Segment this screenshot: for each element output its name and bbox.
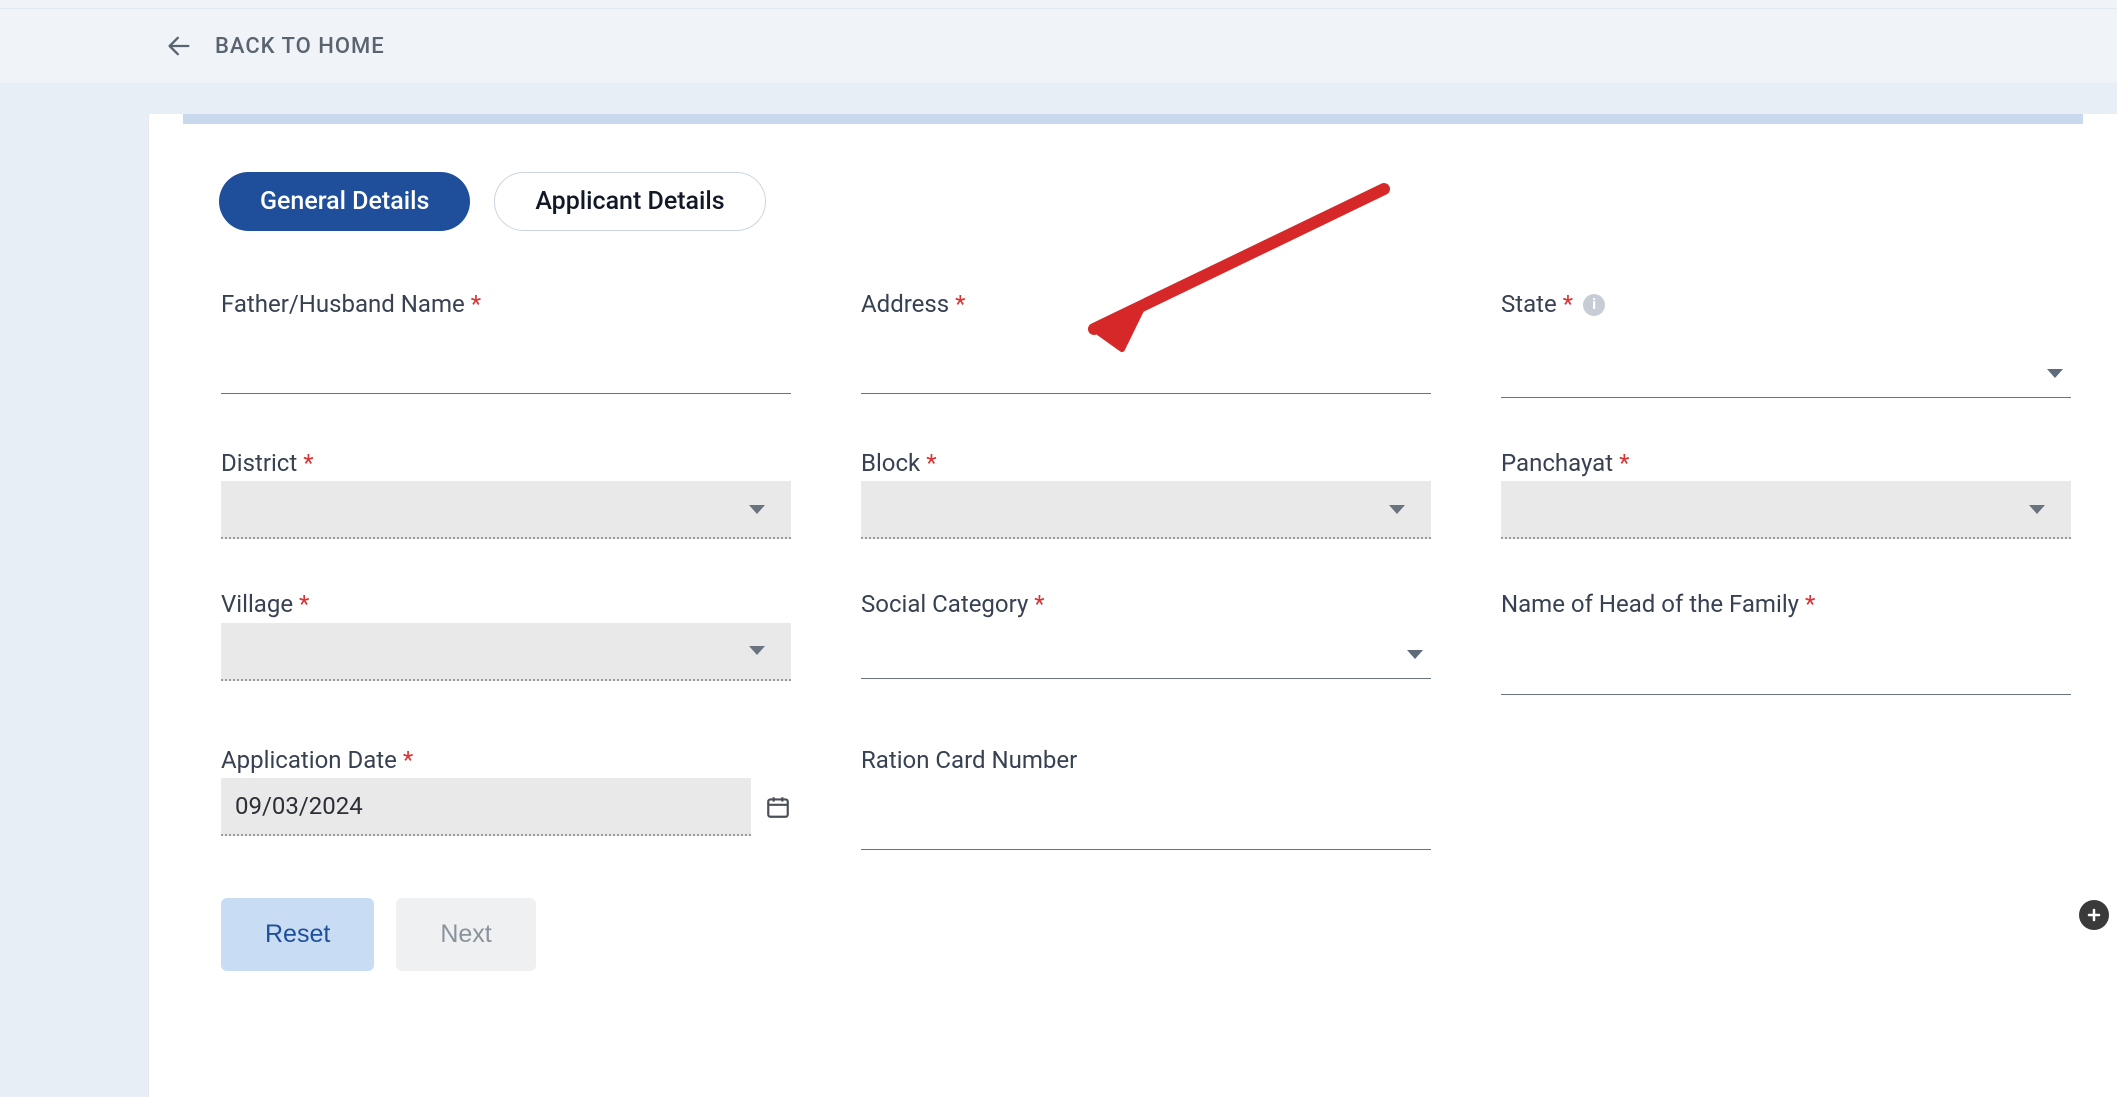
floating-add-button[interactable] [2079, 900, 2109, 930]
father-husband-name-input[interactable] [221, 350, 791, 394]
tab-general-details[interactable]: General Details [219, 172, 470, 231]
state-select[interactable] [1501, 350, 2071, 398]
application-date-input[interactable]: 09/03/2024 [221, 778, 751, 836]
label-text: Panchayat [1501, 448, 1613, 479]
label-text: Father/Husband Name [221, 289, 465, 320]
required-asterisk: * [299, 589, 309, 620]
required-asterisk: * [926, 448, 936, 479]
back-to-home-link[interactable]: BACK TO HOME [0, 8, 2117, 83]
label-text: State [1501, 289, 1557, 320]
address-input[interactable] [861, 350, 1431, 394]
actions-row: Reset Next [149, 850, 2117, 971]
field-label: Block * [861, 448, 1431, 479]
tab-label: General Details [260, 187, 429, 216]
tab-label: Applicant Details [535, 187, 724, 216]
field-label: State * i [1501, 289, 2071, 320]
label-text: Name of Head of the Family [1501, 589, 1799, 620]
required-asterisk: * [1805, 589, 1815, 620]
label-text: Block [861, 448, 920, 479]
field-district: District * [221, 448, 791, 539]
label-text: Social Category [861, 589, 1028, 620]
empty-cell [1501, 745, 2071, 850]
reset-button[interactable]: Reset [221, 898, 374, 971]
chevron-down-icon [1389, 505, 1405, 514]
field-head-of-family: Name of Head of the Family * [1501, 589, 2071, 694]
arrow-left-icon [165, 32, 193, 60]
content-card: General Details Applicant Details Father… [148, 114, 2117, 1097]
tabs-row: General Details Applicant Details [149, 124, 2117, 231]
next-button[interactable]: Next [396, 898, 535, 971]
field-label: Address * [861, 289, 1431, 320]
field-father-husband-name: Father/Husband Name * [221, 289, 791, 398]
field-label: Village * [221, 589, 791, 620]
field-block: Block * [861, 448, 1431, 539]
date-value: 09/03/2024 [235, 792, 363, 820]
field-label: District * [221, 448, 791, 479]
block-select[interactable] [861, 481, 1431, 539]
chevron-down-icon [2047, 369, 2063, 378]
top-strip [0, 0, 2117, 8]
label-text: District [221, 448, 297, 479]
chevron-down-icon [749, 505, 765, 514]
required-asterisk: * [403, 745, 413, 776]
field-ration-card: Ration Card Number [861, 745, 1431, 850]
district-select[interactable] [221, 481, 791, 539]
label-text: Ration Card Number [861, 745, 1077, 776]
field-label: Social Category * [861, 589, 1431, 620]
field-social-category: Social Category * [861, 589, 1431, 694]
field-panchayat: Panchayat * [1501, 448, 2071, 539]
form-grid: Father/Husband Name * Address * State * … [149, 231, 2117, 850]
tab-applicant-details[interactable]: Applicant Details [494, 172, 765, 231]
head-of-family-input[interactable] [1501, 651, 2071, 695]
label-text: Application Date [221, 745, 397, 776]
panchayat-select[interactable] [1501, 481, 2071, 539]
calendar-icon[interactable] [765, 794, 791, 820]
label-text: Address [861, 289, 949, 320]
button-label: Next [440, 920, 491, 948]
page-root: BACK TO HOME General Details Applicant D… [0, 0, 2117, 1097]
field-label: Name of Head of the Family * [1501, 589, 2071, 620]
field-label: Application Date * [221, 745, 791, 776]
required-asterisk: * [1563, 289, 1573, 320]
social-category-select[interactable] [861, 631, 1431, 679]
required-asterisk: * [303, 448, 313, 479]
back-label: BACK TO HOME [215, 34, 385, 59]
field-label: Father/Husband Name * [221, 289, 791, 320]
field-address: Address * [861, 289, 1431, 398]
chevron-down-icon [2029, 505, 2045, 514]
field-label: Panchayat * [1501, 448, 2071, 479]
required-asterisk: * [471, 289, 481, 320]
required-asterisk: * [955, 289, 965, 320]
required-asterisk: * [1034, 589, 1044, 620]
chevron-down-icon [749, 646, 765, 655]
required-asterisk: * [1619, 448, 1629, 479]
label-text: Village [221, 589, 293, 620]
field-state: State * i [1501, 289, 2071, 398]
field-application-date: Application Date * 09/03/2024 [221, 745, 791, 850]
village-select[interactable] [221, 623, 791, 681]
info-icon[interactable]: i [1583, 294, 1605, 316]
ration-card-input[interactable] [861, 806, 1431, 850]
chevron-down-icon [1407, 650, 1423, 659]
field-village: Village * [221, 589, 791, 694]
plus-icon [2084, 905, 2104, 925]
accent-bar [183, 114, 2083, 124]
field-label: Ration Card Number [861, 745, 1431, 776]
button-label: Reset [265, 920, 330, 948]
